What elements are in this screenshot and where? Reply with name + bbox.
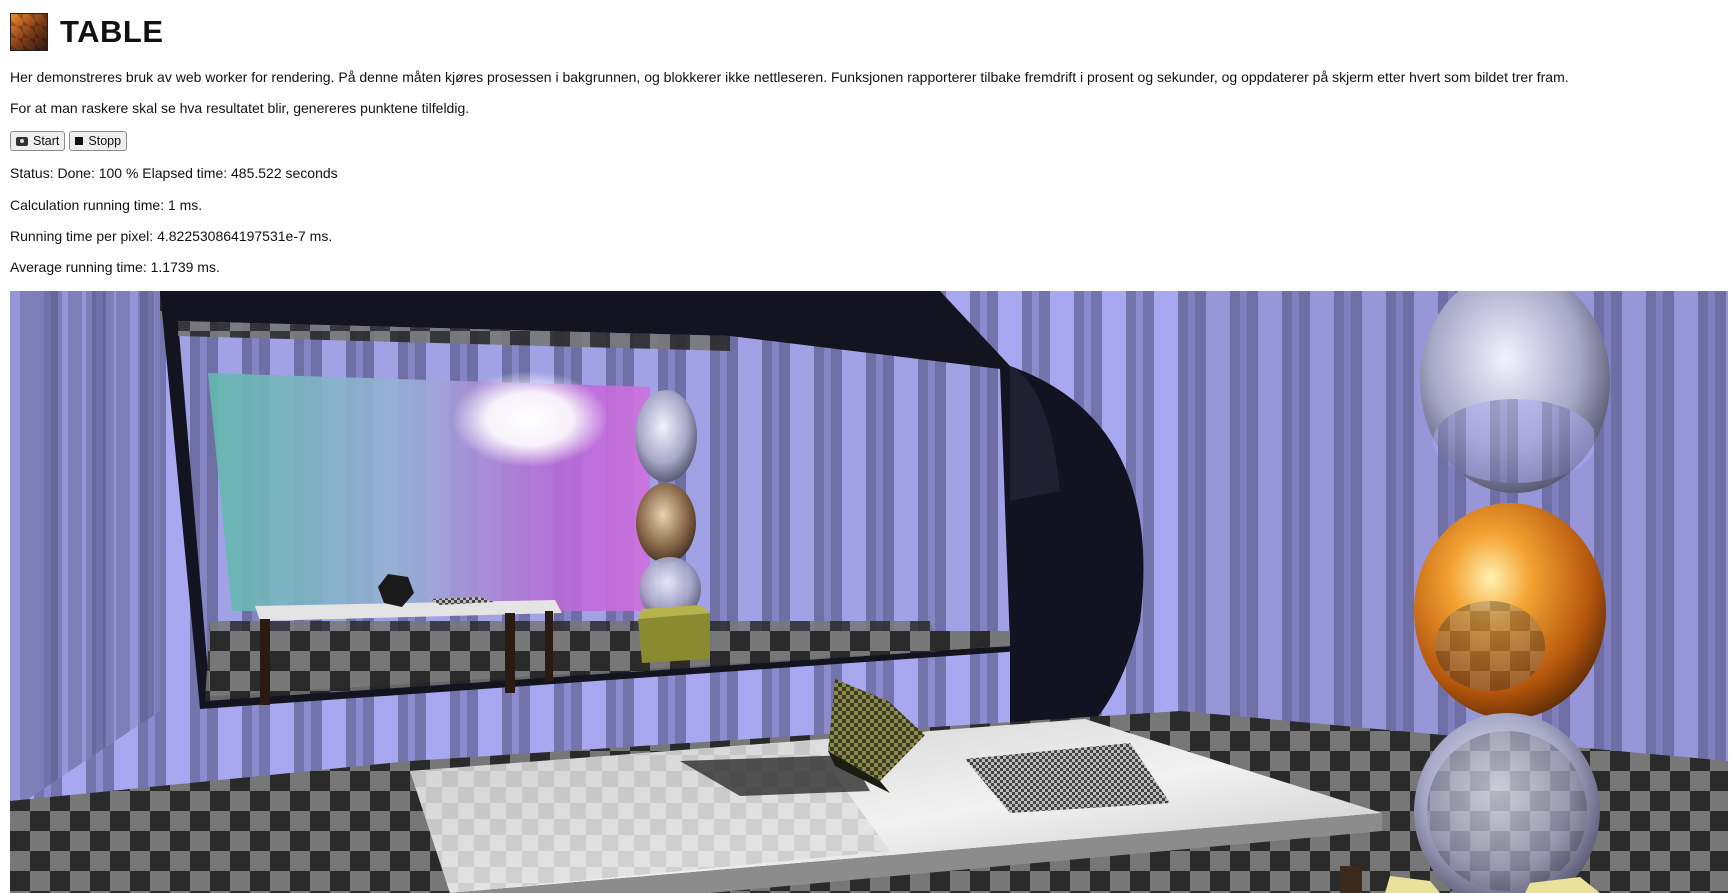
intro-text: Her demonstreres bruk av web worker for … [10,69,1569,85]
per-pixel-time-text: Running time per pixel: 4.82253086419753… [10,228,333,244]
table-leg [1340,866,1362,893]
reflected-table-leg-2 [505,613,515,693]
reflected-glass-sphere-top [635,390,697,482]
note-text: For at man raskere skal se hva resultate… [10,100,470,116]
page: TABLE Her demonstreres bruk av web worke… [0,0,1736,893]
reflected-table-leg-3 [545,611,553,681]
calc-time-text: Calculation running time: 1 ms. [10,197,203,213]
start-button-label: Start [33,134,60,148]
start-button[interactable]: Start [10,131,66,151]
glass-sphere-bottom-reflection [1427,731,1587,891]
average-time-text: Average running time: 1.1739 ms. [10,259,220,275]
header: TABLE [10,12,164,52]
status-text: Status: Done: 100 % Elapsed time: 485.52… [10,165,338,181]
stop-square-icon [75,137,84,145]
stop-button[interactable]: Stopp [69,131,128,151]
camera-icon [16,136,28,146]
gold-sphere-reflection [1435,601,1545,691]
reflected-yellow-cube [638,613,710,663]
glass-sphere-top-reflection [1433,399,1597,483]
table-scene-thumbnail-icon [10,13,48,51]
control-buttons: Start Stopp [10,131,128,151]
render-canvas [10,291,1728,893]
reflected-bronze-sphere [636,483,696,563]
light-glare [452,371,608,467]
page-title: TABLE [60,14,164,49]
reflected-table-leg [260,619,270,705]
stop-button-label: Stopp [88,134,122,148]
